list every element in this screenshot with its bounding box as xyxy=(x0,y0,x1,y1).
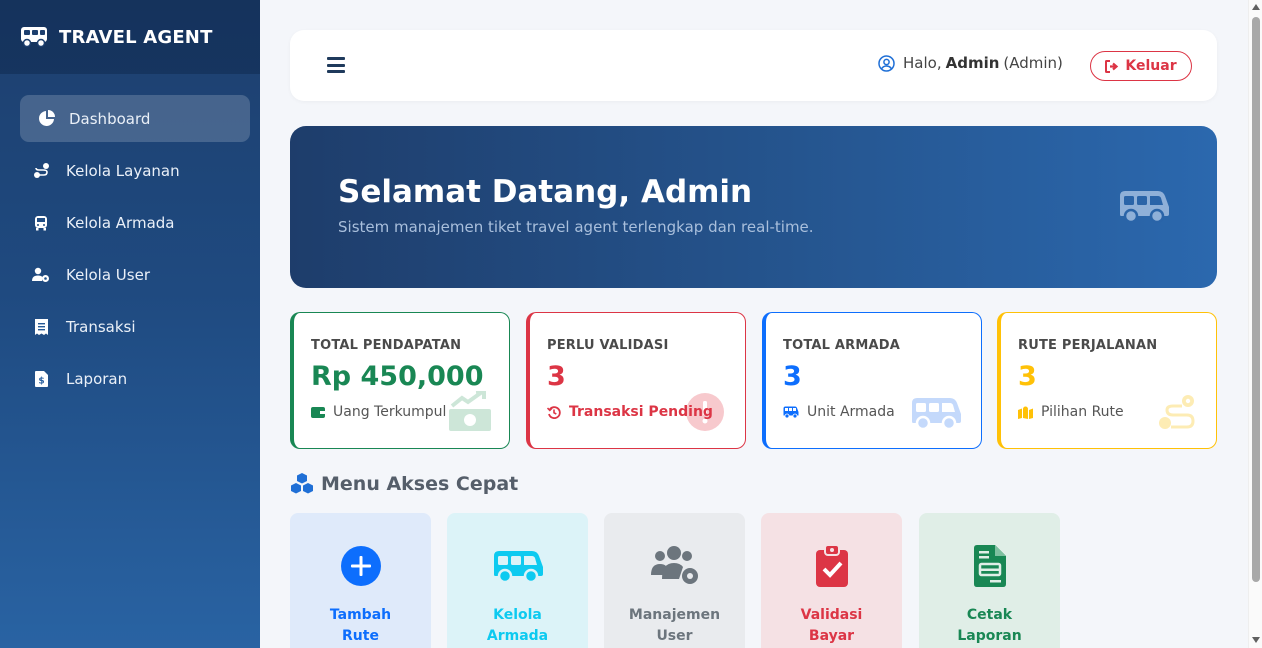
sidebar-item-label: Laporan xyxy=(66,369,128,388)
stat-card-validasi: PERLU VALIDASI 3 Transaksi Pending xyxy=(526,312,746,449)
sidebar-item-transaksi[interactable]: Transaksi xyxy=(20,303,250,350)
quick-card-label-line1: Tambah xyxy=(329,607,392,623)
quick-card-label: Cetak Laporan xyxy=(919,605,1060,647)
scrollbar-thumb[interactable] xyxy=(1252,17,1260,582)
stat-footer-text: Unit Armada xyxy=(807,404,895,420)
quick-card-validasi-bayar[interactable]: Validasi Bayar xyxy=(761,513,902,648)
bus-icon xyxy=(32,214,50,232)
brand[interactable]: TRAVEL AGENT xyxy=(0,0,260,74)
stat-value: Rp 450,000 xyxy=(311,361,484,392)
quick-card-label-line2: Bayar xyxy=(808,628,855,644)
bus-icon xyxy=(21,27,47,48)
sidebar-item-label: Kelola Armada xyxy=(66,213,175,232)
vertical-scrollbar[interactable] xyxy=(1248,0,1262,648)
chart-pie-icon xyxy=(37,110,55,128)
stat-footer-text: Transaksi Pending xyxy=(569,404,713,420)
stat-label: TOTAL ARMADA xyxy=(783,338,900,353)
sidebar-item-label: Transaksi xyxy=(66,317,136,336)
stat-value: 3 xyxy=(783,361,802,392)
sidebar-item-kelola-user[interactable]: Kelola User xyxy=(20,251,250,298)
bus-icon xyxy=(912,398,961,431)
sign-out-icon xyxy=(1105,59,1119,73)
stat-card-rute: RUTE PERJALANAN 3 Pilihan Rute xyxy=(997,312,1217,449)
file-invoice-icon xyxy=(973,545,1006,587)
quick-card-label: Kelola Armada xyxy=(447,605,588,647)
stat-value: 3 xyxy=(1018,361,1037,392)
quick-card-kelola-armada[interactable]: Kelola Armada xyxy=(447,513,588,648)
history-icon xyxy=(547,405,561,419)
sidebar-item-label: Dashboard xyxy=(69,109,151,128)
stat-value: 3 xyxy=(547,361,566,392)
quick-menu-title-text: Menu Akses Cepat xyxy=(321,473,519,495)
stat-card-armada: TOTAL ARMADA 3 Unit Armada xyxy=(762,312,982,449)
brand-title: TRAVEL AGENT xyxy=(59,26,213,48)
cubes-icon xyxy=(291,473,313,494)
quick-card-label: Validasi Bayar xyxy=(761,605,902,647)
welcome-title: Selamat Datang, Admin xyxy=(338,174,753,210)
stat-label: RUTE PERJALANAN xyxy=(1018,338,1158,353)
quick-menu-title: Menu Akses Cepat xyxy=(290,473,518,495)
greeting-prefix: Halo, xyxy=(903,54,942,72)
user-name: Admin xyxy=(945,54,1000,72)
quick-card-label-line1: Kelola xyxy=(493,607,542,623)
map-marked-icon xyxy=(1018,406,1033,419)
quick-card-label-line1: Cetak xyxy=(966,607,1013,623)
route-icon xyxy=(32,162,50,180)
users-cog-icon xyxy=(32,266,50,284)
welcome-subtitle: Sistem manajemen tiket travel agent terl… xyxy=(338,218,814,236)
stat-footer: Unit Armada xyxy=(783,404,895,420)
svg-text:$: $ xyxy=(38,376,44,386)
stat-footer: Pilihan Rute xyxy=(1018,404,1124,420)
quick-card-label: Tambah Rute xyxy=(290,605,431,647)
sidebar-item-label: Kelola Layanan xyxy=(66,161,180,180)
quick-card-manajemen-user[interactable]: Manajemen User xyxy=(604,513,745,648)
route-icon xyxy=(1159,395,1195,429)
bus-icon xyxy=(1120,191,1169,224)
quick-card-tambah-rute[interactable]: Tambah Rute xyxy=(290,513,431,648)
sidebar-item-label: Kelola User xyxy=(66,265,150,284)
stat-card-pendapatan: TOTAL PENDAPATAN Rp 450,000 Uang Terkump… xyxy=(290,312,510,449)
sidebar: TRAVEL AGENT Dashboard Kelola Layanan Ke… xyxy=(0,0,260,648)
money-bill-trend-icon xyxy=(449,391,491,431)
topbar: Halo, Admin (Admin) Keluar xyxy=(290,30,1217,101)
quick-card-label: Manajemen User xyxy=(604,605,745,647)
quick-card-label-line1: Manajemen xyxy=(628,607,721,623)
stat-footer: Transaksi Pending xyxy=(547,404,713,420)
clipboard-check-icon xyxy=(815,545,848,587)
bus-icon xyxy=(493,551,543,584)
user-circle-icon xyxy=(878,54,895,72)
quick-card-label-line2: User xyxy=(656,628,693,644)
menu-toggle-icon[interactable] xyxy=(327,57,345,73)
logout-button[interactable]: Keluar xyxy=(1090,51,1192,81)
wallet-icon xyxy=(311,406,325,418)
scroll-down-arrow-icon[interactable] xyxy=(1252,637,1260,643)
sidebar-item-laporan[interactable]: $ Laporan xyxy=(20,355,250,402)
sidebar-nav: Dashboard Kelola Layanan Kelola Armada K… xyxy=(0,74,260,402)
receipt-icon xyxy=(32,318,50,336)
sidebar-item-kelola-armada[interactable]: Kelola Armada xyxy=(20,199,250,246)
stat-label: PERLU VALIDASI xyxy=(547,338,669,353)
user-role: (Admin) xyxy=(1003,54,1063,72)
scroll-up-arrow-icon[interactable] xyxy=(1252,4,1260,10)
stat-footer-text: Uang Terkumpul xyxy=(333,404,447,420)
sidebar-item-dashboard[interactable]: Dashboard xyxy=(20,95,250,142)
stat-footer: Uang Terkumpul xyxy=(311,404,446,420)
file-invoice-dollar-icon: $ xyxy=(32,370,50,388)
welcome-banner: Selamat Datang, Admin Sistem manajemen t… xyxy=(290,126,1217,288)
stat-footer-text: Pilihan Rute xyxy=(1041,404,1124,420)
quick-card-label-line2: Armada xyxy=(486,628,549,644)
sidebar-item-kelola-layanan[interactable]: Kelola Layanan xyxy=(20,147,250,194)
users-cog-icon xyxy=(650,546,698,584)
logout-label: Keluar xyxy=(1125,58,1177,74)
stat-label: TOTAL PENDAPATAN xyxy=(311,338,462,353)
quick-card-label-line2: Rute xyxy=(342,628,379,644)
quick-card-label-line1: Validasi xyxy=(800,607,863,623)
bus-icon xyxy=(783,406,799,418)
user-greeting: Halo, Admin (Admin) xyxy=(878,54,1063,72)
quick-card-cetak-laporan[interactable]: Cetak Laporan xyxy=(919,513,1060,648)
plus-circle-icon xyxy=(340,546,381,586)
quick-card-label-line2: Laporan xyxy=(957,628,1022,644)
